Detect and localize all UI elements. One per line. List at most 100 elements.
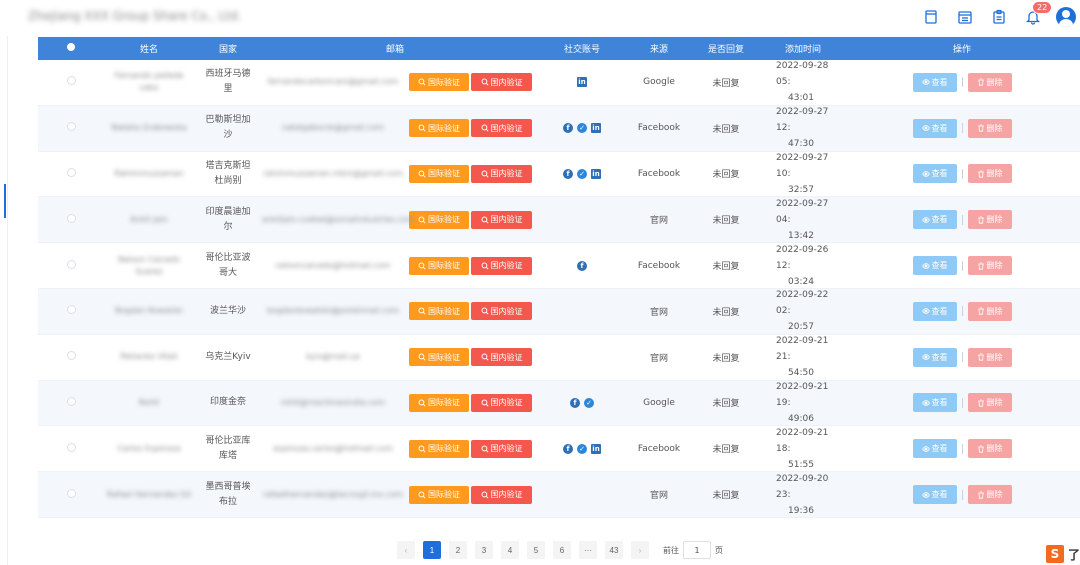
- intl-verify-button[interactable]: 国际验证: [409, 210, 469, 229]
- intl-verify-button[interactable]: 国际验证: [409, 256, 469, 275]
- row-radio[interactable]: [38, 122, 104, 134]
- page-button[interactable]: 5: [527, 541, 545, 559]
- delete-button[interactable]: 删除: [967, 301, 1012, 321]
- facebook-icon[interactable]: f: [570, 397, 580, 408]
- action-divider: [961, 489, 963, 500]
- row-radio[interactable]: [38, 488, 104, 501]
- page-button[interactable]: 43: [605, 541, 623, 559]
- customer-email: rafaelhernandez@tecnogil.mx.com: [262, 489, 404, 499]
- delete-button[interactable]: 删除: [967, 210, 1012, 230]
- row-radio[interactable]: [38, 259, 104, 272]
- intl-verify-button[interactable]: 国际验证: [409, 73, 469, 92]
- row-actions: 查看 删除: [844, 210, 1080, 230]
- view-button[interactable]: 查看: [912, 347, 957, 367]
- view-button[interactable]: 查看: [912, 256, 957, 276]
- goto-page-input[interactable]: [683, 541, 711, 559]
- domestic-verify-button[interactable]: 国内验证: [471, 439, 532, 458]
- linkedin-icon[interactable]: in: [591, 123, 601, 134]
- table-row: Natalia Grabowska 巴勒斯坦加沙 natalgaborsk@gm…: [38, 105, 1080, 152]
- delete-button[interactable]: 删除: [967, 118, 1012, 138]
- twitter-icon[interactable]: ✓: [577, 168, 587, 179]
- page-button[interactable]: 4: [501, 541, 519, 559]
- row-radio[interactable]: [38, 351, 104, 363]
- corner-text: 了: [1068, 548, 1080, 562]
- facebook-icon[interactable]: f: [563, 123, 573, 134]
- facebook-icon[interactable]: f: [577, 260, 587, 271]
- delete-button[interactable]: 删除: [967, 72, 1012, 92]
- delete-button[interactable]: 删除: [967, 485, 1012, 505]
- row-radio[interactable]: [38, 76, 104, 88]
- calendar-icon[interactable]: [954, 6, 976, 28]
- row-radio[interactable]: [38, 213, 104, 226]
- domestic-verify-button[interactable]: 国内验证: [471, 73, 532, 92]
- view-button[interactable]: 查看: [912, 301, 957, 321]
- page-ellipsis[interactable]: ···: [579, 541, 597, 559]
- view-button[interactable]: 查看: [912, 164, 957, 184]
- linkedin-icon[interactable]: in: [591, 443, 601, 454]
- tablet-icon[interactable]: [920, 6, 942, 28]
- row-radio[interactable]: [38, 396, 104, 409]
- customer-name: Fernando paileda cabo: [114, 71, 184, 93]
- reply-status: 未回复: [712, 307, 740, 318]
- view-button[interactable]: 查看: [912, 210, 957, 230]
- intl-verify-button[interactable]: 国际验证: [409, 439, 469, 458]
- delete-button[interactable]: 删除: [967, 439, 1012, 459]
- action-divider: [961, 123, 963, 134]
- intl-verify-button[interactable]: 国际验证: [409, 393, 469, 412]
- intl-verify-button[interactable]: 国际验证: [409, 348, 469, 367]
- domestic-verify-button[interactable]: 国内验证: [471, 302, 532, 321]
- source: Facebook: [637, 123, 681, 134]
- customer-name: Petrenko Vitali: [120, 352, 178, 362]
- customer-country: 印度晨迪加尔: [205, 206, 251, 232]
- action-divider: [961, 443, 963, 454]
- clipboard-icon[interactable]: [988, 6, 1010, 28]
- domestic-verify-button[interactable]: 国内验证: [471, 485, 532, 504]
- view-button[interactable]: 查看: [912, 393, 957, 413]
- row-radio[interactable]: [38, 305, 104, 317]
- page-button[interactable]: 3: [475, 541, 493, 559]
- facebook-icon[interactable]: f: [563, 168, 573, 179]
- intl-verify-button[interactable]: 国际验证: [409, 164, 469, 183]
- view-button[interactable]: 查看: [912, 439, 957, 459]
- domestic-verify-button[interactable]: 国内验证: [471, 348, 532, 367]
- added-time: 2022-09-22 02: 20:57: [762, 287, 844, 335]
- intl-verify-button[interactable]: 国际验证: [409, 302, 469, 321]
- delete-button[interactable]: 删除: [967, 347, 1012, 367]
- verify-buttons: 国际验证 国内验证: [404, 485, 536, 504]
- delete-button[interactable]: 删除: [967, 256, 1012, 276]
- select-all-radio[interactable]: [38, 43, 104, 54]
- page-button[interactable]: 6: [553, 541, 571, 559]
- next-page-button[interactable]: ›: [631, 541, 649, 559]
- linkedin-icon[interactable]: in: [577, 77, 587, 88]
- customer-email: bogdankowalski@polskimail.com: [266, 306, 400, 316]
- domestic-verify-button[interactable]: 国内验证: [471, 164, 532, 183]
- view-button[interactable]: 查看: [912, 72, 957, 92]
- page-button[interactable]: 2: [449, 541, 467, 559]
- row-radio[interactable]: [38, 167, 104, 180]
- domestic-verify-button[interactable]: 国内验证: [471, 210, 532, 229]
- delete-button[interactable]: 删除: [967, 164, 1012, 184]
- domestic-verify-button[interactable]: 国内验证: [471, 256, 532, 275]
- user-avatar[interactable]: [1056, 7, 1076, 27]
- intl-verify-button[interactable]: 国际验证: [409, 485, 469, 504]
- added-time: 2022-09-21 21: 54:50: [762, 333, 844, 381]
- action-divider: [961, 352, 963, 363]
- domestic-verify-button[interactable]: 国内验证: [471, 119, 532, 138]
- twitter-icon[interactable]: ✓: [577, 123, 587, 134]
- twitter-icon[interactable]: ✓: [584, 397, 594, 408]
- twitter-icon[interactable]: ✓: [577, 443, 587, 454]
- domestic-verify-button[interactable]: 国内验证: [471, 393, 532, 412]
- prev-page-button[interactable]: ‹: [397, 541, 415, 559]
- bell-icon[interactable]: 22: [1022, 1, 1053, 28]
- reply-status: 未回复: [712, 170, 740, 181]
- facebook-icon[interactable]: f: [563, 443, 573, 454]
- delete-button[interactable]: 删除: [967, 393, 1012, 413]
- linkedin-icon[interactable]: in: [591, 168, 601, 179]
- view-button[interactable]: 查看: [912, 118, 957, 138]
- row-actions: 查看 删除: [844, 118, 1080, 138]
- row-radio[interactable]: [38, 442, 104, 455]
- intl-verify-button[interactable]: 国际验证: [409, 119, 469, 138]
- col-name: 姓名: [139, 45, 158, 55]
- view-button[interactable]: 查看: [912, 485, 957, 505]
- page-button[interactable]: 1: [423, 541, 441, 559]
